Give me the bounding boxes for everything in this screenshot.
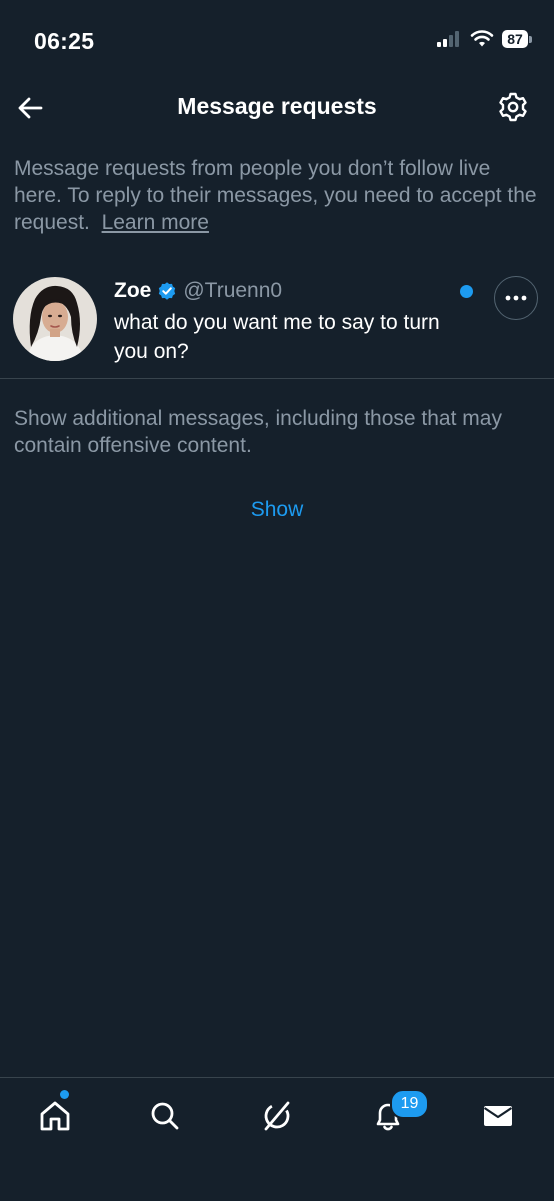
more-options-button[interactable] [494,276,538,320]
message-request-item[interactable]: Zoe @Truenn0 what do you want me to say … [0,268,554,379]
messages-icon [483,1106,513,1126]
unread-indicator [460,285,473,298]
ellipsis-icon [505,295,527,301]
wifi-icon [470,30,494,47]
intro-description: Message requests from people you don’t f… [14,157,537,234]
avatar[interactable] [13,277,97,361]
learn-more-link[interactable]: Learn more [102,211,209,234]
sender-name: Zoe [114,279,152,302]
message-header: Zoe @Truenn0 [114,279,282,303]
nav-grok[interactable] [257,1096,297,1136]
battery-icon: 87 [502,30,532,48]
nav-messages[interactable] [478,1096,518,1136]
search-icon [151,1102,179,1130]
status-time: 06:25 [34,28,95,54]
grok-icon [264,1101,290,1131]
message-preview: what do you want me to say to turn you o… [114,311,440,363]
bottom-nav: 19 [0,1077,554,1201]
nav-home[interactable] [35,1096,75,1136]
battery-level: 87 [502,30,528,48]
cellular-signal-icon [437,31,459,47]
notifications-badge: 19 [390,1089,429,1119]
gear-icon[interactable] [497,91,529,123]
home-icon [40,1101,70,1131]
show-button[interactable]: Show [0,498,554,522]
page-title: Message requests [177,93,377,119]
verified-badge-icon [159,282,176,300]
header: Message requests [0,80,554,136]
sender-handle: @Truenn0 [183,279,283,302]
home-unread-dot [60,1090,69,1099]
additional-messages-note: Show additional messages, including thos… [14,407,502,457]
nav-search[interactable] [145,1096,185,1136]
status-bar: 06:25 87 [0,0,554,80]
status-icons: 87 [436,30,532,48]
intro-text: Message requests from people you don’t f… [14,155,542,236]
